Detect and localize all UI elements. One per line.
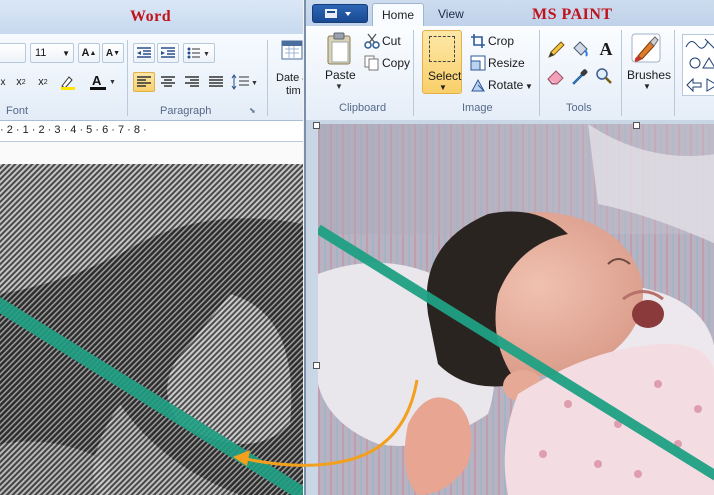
resize-handle[interactable] <box>313 122 320 129</box>
resize-handle[interactable] <box>313 362 320 369</box>
resize-handle[interactable] <box>633 122 640 129</box>
annotation-arrow <box>233 379 419 467</box>
